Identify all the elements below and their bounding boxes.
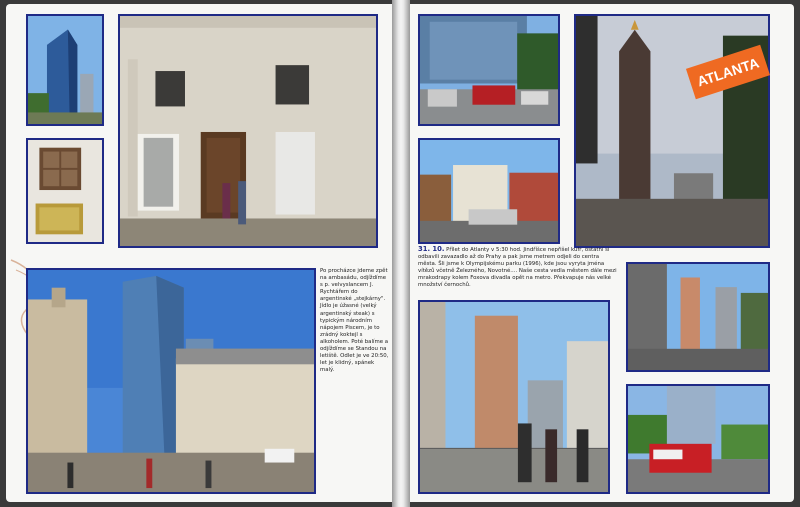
photo-atlanta-avenue [626, 262, 770, 372]
book-gutter [392, 0, 410, 507]
photo-atlanta-street [418, 138, 560, 244]
photo-atlanta-parking [418, 14, 560, 126]
right-page-caption: 31. 10. Přílet do Atlanty v 5:30 hod. Ji… [418, 246, 618, 288]
photo-atlanta-bridge-group [418, 300, 610, 494]
left-page-caption: Po procházce jdeme zpět na ambasádu, odj… [320, 268, 389, 374]
photo-embassy-plaque [26, 138, 104, 244]
photo-atlanta-bofa-tower [574, 14, 770, 248]
photo-atlanta-ambulance [626, 384, 770, 494]
caption-text: Přílet do Atlanty v 5:30 hod. Jindříšce … [418, 247, 617, 288]
photo-embassy-doorway [118, 14, 378, 248]
photo-santiago-plaza [26, 268, 316, 494]
caption-date: 31. 10. [418, 245, 445, 253]
photo-book-spread: Po procházce jdeme zpět na ambasádu, odj… [0, 0, 800, 507]
photo-santiago-skyscraper-small [26, 14, 104, 126]
